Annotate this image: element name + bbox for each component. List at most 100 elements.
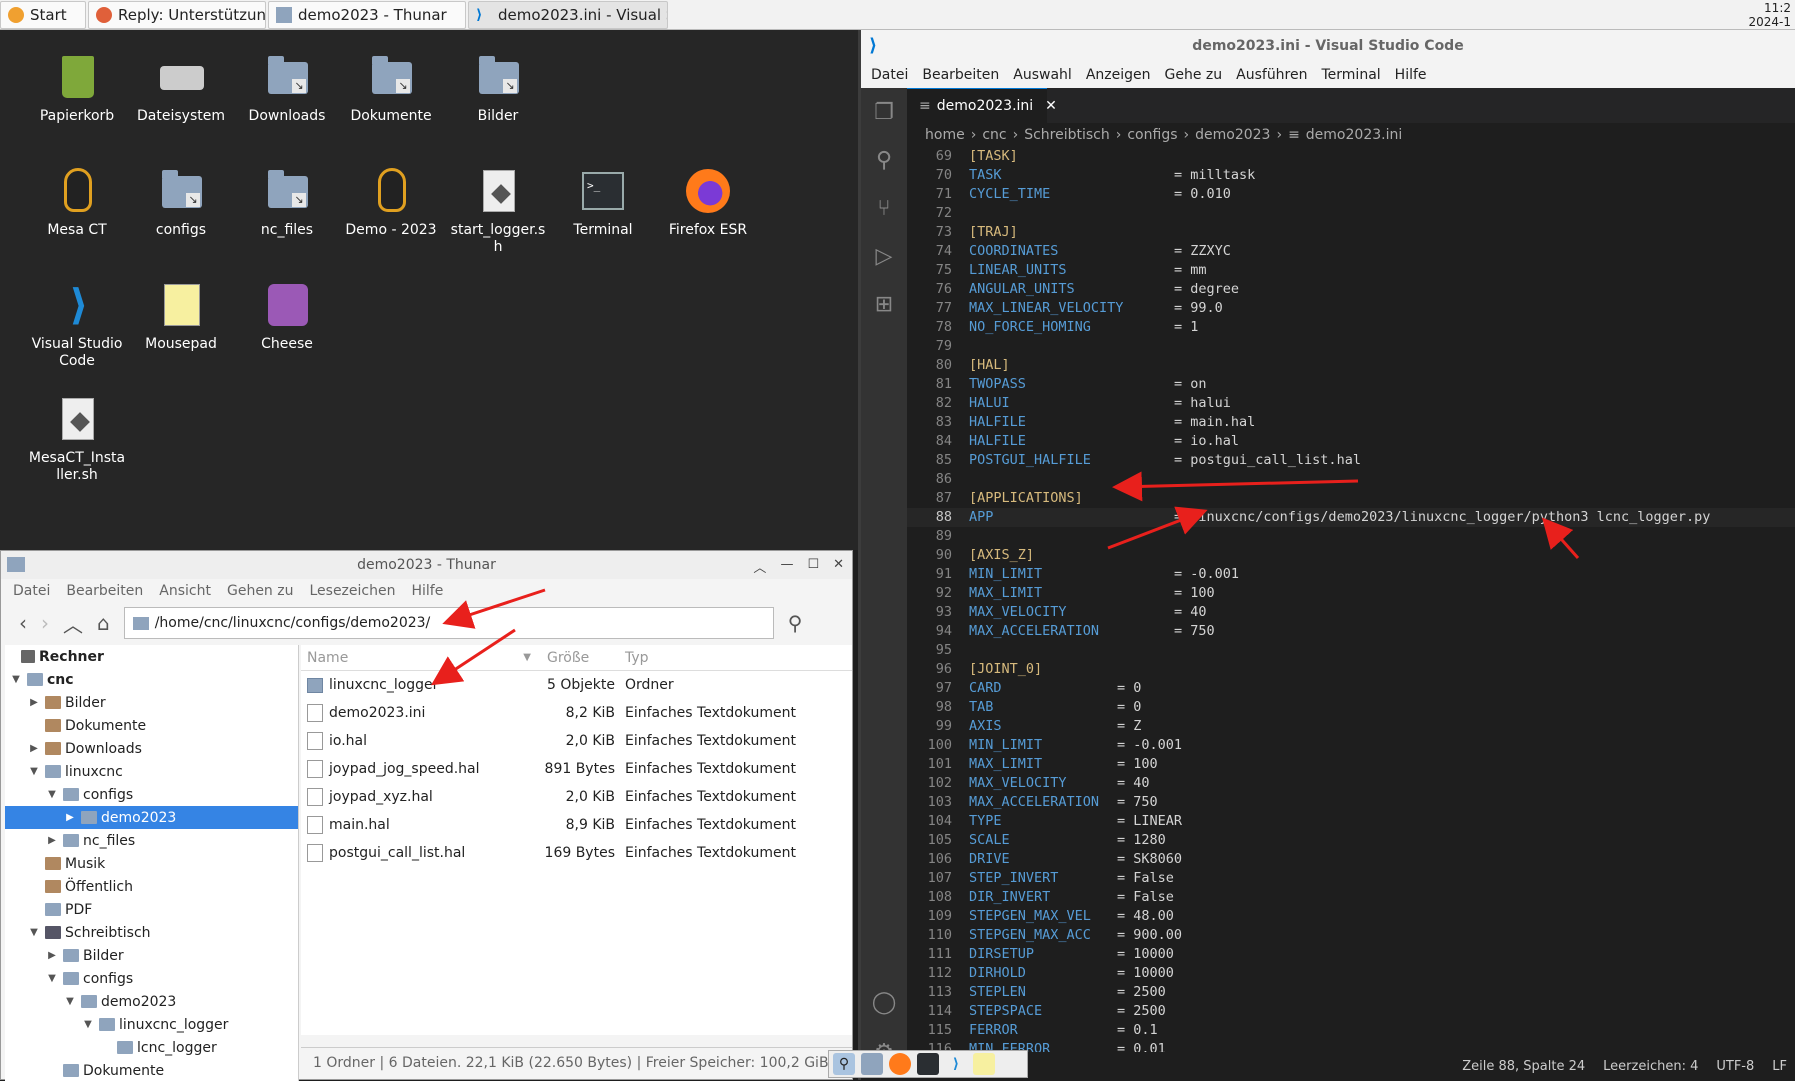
menu-bearbeiten[interactable]: Bearbeiten (922, 67, 999, 83)
code-line[interactable]: 109 STEPGEN_MAX_VEL = 48.00 (907, 907, 1795, 926)
tree-item-downloads[interactable]: ▶ Downloads (5, 737, 298, 760)
code-editor[interactable]: 69 [TASK] 70 TASK = milltask 71 CYCLE_TIME = 0.… (907, 147, 1795, 1052)
desktop-icon-configs[interactable]: configs (131, 166, 231, 239)
home-icon[interactable]: ⌂ (97, 611, 110, 635)
code-line[interactable]: 92 MAX_LIMIT = 100 (907, 584, 1795, 603)
code-line[interactable]: 83 HALFILE = main.hal (907, 413, 1795, 432)
close-icon[interactable]: ✕ (833, 557, 844, 576)
menu-bearbeiten[interactable]: Bearbeiten (66, 583, 143, 599)
cursor-position[interactable]: Zeile 88, Spalte 24 (1462, 1059, 1585, 1074)
code-line[interactable]: 91 MIN_LIMIT = -0.001 (907, 565, 1795, 584)
desktop-icon-nc-files[interactable]: nc_files (237, 166, 337, 239)
code-line[interactable]: 101 MAX_LIMIT = 100 (907, 755, 1795, 774)
folder-icon[interactable] (861, 1053, 883, 1075)
desktop-icon-demo-2023[interactable]: Demo - 2023 (341, 166, 441, 239)
menu-ausfuehren[interactable]: Ausführen (1236, 67, 1307, 83)
code-line[interactable]: 90 [AXIS_Z] (907, 546, 1795, 565)
expander-icon[interactable]: ▼ (9, 674, 23, 685)
tree-item-dokumente[interactable]: Dokumente (5, 1059, 298, 1081)
code-line[interactable]: 73 [TRAJ] (907, 223, 1795, 242)
minimize-icon[interactable]: — (780, 557, 793, 576)
expander-icon[interactable]: ▼ (27, 927, 41, 938)
code-line[interactable]: 104 TYPE = LINEAR (907, 812, 1795, 831)
firefox-icon[interactable] (889, 1053, 911, 1075)
indentation[interactable]: Leerzeichen: 4 (1603, 1059, 1698, 1074)
expander-icon[interactable]: ▶ (63, 812, 77, 823)
column-name[interactable]: Name ▼ (301, 650, 541, 666)
taskbar-item-thunar[interactable]: demo2023 - Thunar (268, 0, 466, 29)
desktop-icon-cheese[interactable]: Cheese (237, 280, 337, 353)
code-line[interactable]: 79 (907, 337, 1795, 356)
code-line[interactable]: 113 STEPLEN = 2500 (907, 983, 1795, 1002)
start-button[interactable]: Start (0, 0, 86, 29)
menu-gehen-zu[interactable]: Gehen zu (227, 583, 294, 599)
code-line[interactable]: 107 STEP_INVERT = False (907, 869, 1795, 888)
code-line[interactable]: 70 TASK = milltask (907, 166, 1795, 185)
code-line[interactable]: 76 ANGULAR_UNITS = degree (907, 280, 1795, 299)
taskbar-item-vscode[interactable]: ⟩ demo2023.ini - Visual S... (468, 0, 668, 29)
code-line[interactable]: 106 DRIVE = SK8060 (907, 850, 1795, 869)
code-line[interactable]: 84 HALFILE = io.hal (907, 432, 1795, 451)
desktop-icon-downloads[interactable]: Downloads (237, 52, 337, 125)
code-line[interactable]: 71 CYCLE_TIME = 0.010 (907, 185, 1795, 204)
desktop-icon-papierkorb[interactable]: Papierkorb (27, 52, 127, 125)
tree-item-musik[interactable]: Musik (5, 852, 298, 875)
terminal-icon[interactable] (917, 1053, 939, 1075)
tree-item-configs[interactable]: ▼ configs (5, 967, 298, 990)
tree-item-oeffentlich[interactable]: Öffentlich (5, 875, 298, 898)
menu-ansicht[interactable]: Ansicht (159, 583, 211, 599)
desktop-icon-mousepad[interactable]: Mousepad (131, 280, 231, 353)
menu-hilfe[interactable]: Hilfe (1395, 67, 1427, 83)
code-line[interactable]: 96 [JOINT_0] (907, 660, 1795, 679)
code-line[interactable]: 81 TWOPASS = on (907, 375, 1795, 394)
code-line[interactable]: 94 MAX_ACCELERATION = 750 (907, 622, 1795, 641)
code-line[interactable]: 80 [HAL] (907, 356, 1795, 375)
vscode-titlebar[interactable]: ⟩ demo2023.ini - Visual Studio Code (861, 30, 1795, 62)
desktop-icon-dokumente[interactable]: Dokumente (341, 52, 441, 125)
menu-lesezeichen[interactable]: Lesezeichen (309, 583, 395, 599)
account-icon[interactable]: ◯ (861, 978, 907, 1026)
chevron-up-icon[interactable]: ︿ (753, 557, 766, 576)
code-line[interactable]: 116 MIN_FERROR = 0.01 (907, 1040, 1795, 1052)
expander-icon[interactable]: ▶ (27, 697, 41, 708)
tree-item-cnc[interactable]: ▼ cnc (5, 668, 298, 691)
code-line[interactable]: 108 DIR_INVERT = False (907, 888, 1795, 907)
tree-item-bilder[interactable]: ▶ Bilder (5, 944, 298, 967)
code-line[interactable]: 72 (907, 204, 1795, 223)
desktop-icon-mesa-ct[interactable]: Mesa CT (27, 166, 127, 239)
file-row[interactable]: io.hal 2,0 KiB Einfaches Textdokument (301, 727, 852, 755)
code-line[interactable]: 115 FERROR = 0.1 (907, 1021, 1795, 1040)
code-line[interactable]: 74 COORDINATES = ZZXYC (907, 242, 1795, 261)
code-line[interactable]: 102 MAX_VELOCITY = 40 (907, 774, 1795, 793)
breadcrumb-item[interactable]: demo2023.ini (1306, 127, 1402, 143)
search-icon[interactable]: ⚲ (788, 611, 803, 635)
source-control-icon[interactable]: ⑂ (861, 184, 907, 232)
menu-hilfe[interactable]: Hilfe (411, 583, 443, 599)
code-line[interactable]: 69 [TASK] (907, 147, 1795, 166)
menu-anzeigen[interactable]: Anzeigen (1086, 67, 1151, 83)
tree-item-linuxcnc-logger[interactable]: ▼ linuxcnc_logger (5, 1013, 298, 1036)
breadcrumb-item[interactable]: Schreibtisch (1024, 127, 1110, 143)
file-row[interactable]: demo2023.ini 8,2 KiB Einfaches Textdokumen… (301, 699, 852, 727)
code-line[interactable]: 89 (907, 527, 1795, 546)
tree-item-dokumente[interactable]: Dokumente (5, 714, 298, 737)
extensions-icon[interactable]: ⊞ (861, 280, 907, 328)
breadcrumb-item[interactable]: cnc (982, 127, 1006, 143)
code-line[interactable]: 98 TAB = 0 (907, 698, 1795, 717)
code-line[interactable]: 78 NO_FORCE_HOMING = 1 (907, 318, 1795, 337)
expander-icon[interactable]: ▼ (45, 789, 59, 800)
expander-icon[interactable]: ▶ (27, 743, 41, 754)
file-row[interactable]: joypad_jog_speed.hal 891 Bytes Einfaches T… (301, 755, 852, 783)
explorer-icon[interactable]: ❐ (861, 88, 907, 136)
code-line[interactable]: 75 LINEAR_UNITS = mm (907, 261, 1795, 280)
code-line[interactable]: 95 (907, 641, 1795, 660)
breadcrumb-item[interactable]: home (925, 127, 965, 143)
tree-item-bilder[interactable]: ▶ Bilder (5, 691, 298, 714)
up-icon[interactable]: ︿ (63, 609, 83, 638)
code-line[interactable]: 105 SCALE = 1280 (907, 831, 1795, 850)
code-line[interactable]: 93 MAX_VELOCITY = 40 (907, 603, 1795, 622)
taskbar-item-thunderbird[interactable]: Reply: Unterstützung be... (88, 0, 266, 29)
code-line[interactable]: 99 AXIS = Z (907, 717, 1795, 736)
expander-icon[interactable]: ▼ (81, 1019, 95, 1030)
code-line[interactable]: 97 CARD = 0 (907, 679, 1795, 698)
